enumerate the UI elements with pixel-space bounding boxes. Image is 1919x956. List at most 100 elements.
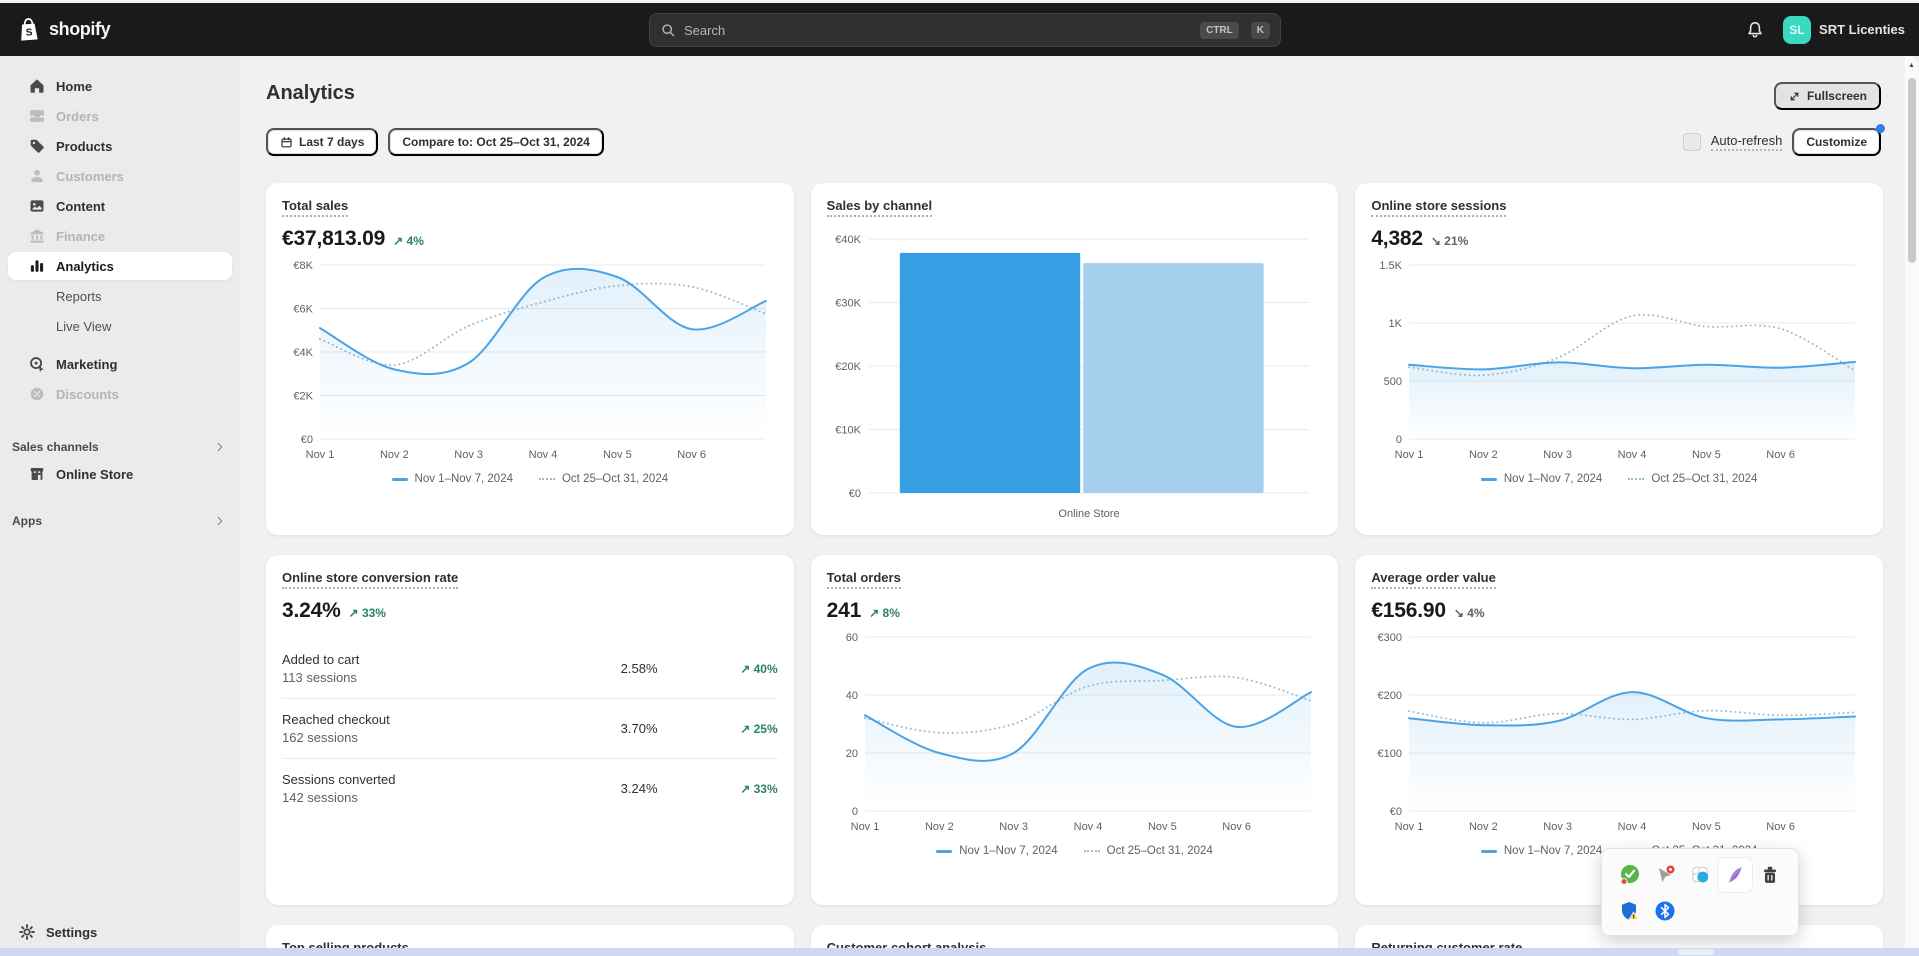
workspace: Home Orders Products	[0, 56, 1919, 956]
card-title[interactable]: Total orders	[827, 570, 901, 589]
fullscreen-button[interactable]: Fullscreen	[1774, 82, 1881, 110]
avatar: SL	[1783, 16, 1811, 44]
sidebar-section-apps[interactable]: Apps	[8, 508, 232, 534]
chart-legend: Nov 1–Nov 7, 2024 Oct 25–Oct 31, 2024	[282, 473, 778, 485]
shopify-logo[interactable]: S shopify	[16, 16, 110, 44]
compare-button[interactable]: Compare to: Oct 25–Oct 31, 2024	[388, 128, 603, 156]
funnel-step-sessions: 113 sessions	[282, 670, 621, 685]
conversion-funnel: Added to cart 113 sessions 2.58% ↗ 40% R…	[282, 639, 778, 818]
security-warning-icon[interactable]	[1617, 898, 1643, 924]
scrollbar-up-arrow[interactable]: ▲	[1908, 62, 1915, 69]
brand-wordmark: shopify	[49, 19, 110, 40]
svg-text:Nov 6: Nov 6	[1222, 821, 1251, 833]
svg-text:40: 40	[845, 690, 857, 702]
discounts-icon	[28, 385, 46, 403]
svg-text:Nov 5: Nov 5	[1692, 821, 1721, 833]
customers-icon	[28, 167, 46, 185]
home-icon	[28, 77, 46, 95]
notifications-bell-icon[interactable]	[1745, 20, 1765, 40]
total-sales-chart: €8K€6K€4K€2K€0Nov 1Nov 2Nov 3Nov 4Nov 5N…	[282, 255, 776, 465]
scrollbar[interactable]: ▲	[1905, 56, 1919, 956]
sidebar-item-finance[interactable]: Finance	[8, 222, 232, 250]
account-menu[interactable]: SL SRT Licenties	[1783, 16, 1905, 44]
svg-text:Nov 3: Nov 3	[1544, 821, 1573, 833]
search-input[interactable]: Search CTRL K	[649, 13, 1281, 47]
sessions-chart: 1.5K1K5000Nov 1Nov 2Nov 3Nov 4Nov 5Nov 6	[1371, 255, 1865, 465]
search-placeholder: Search	[684, 23, 1188, 38]
content-icon	[28, 197, 46, 215]
svg-text:Nov 1: Nov 1	[1395, 821, 1424, 833]
pen-icon[interactable]	[1718, 858, 1752, 892]
sidebar-item-label: Customers	[56, 169, 124, 184]
utility-icon[interactable]	[1757, 862, 1783, 888]
funnel-step-label: Added to cart	[282, 652, 621, 667]
card-title[interactable]: Sales by channel	[827, 198, 933, 217]
card-title[interactable]: Online store conversion rate	[282, 570, 458, 589]
chat-app-icon[interactable]	[1687, 862, 1713, 888]
date-range-button[interactable]: Last 7 days	[266, 128, 378, 156]
sidebar: Home Orders Products	[0, 56, 240, 956]
sidebar-item-products[interactable]: Products	[8, 132, 232, 160]
cursor-alert-icon[interactable]	[1652, 862, 1678, 888]
svg-text:Nov 3: Nov 3	[454, 449, 483, 461]
sidebar-item-reports[interactable]: Reports	[8, 282, 232, 310]
metric-delta: ↘ 4%	[1454, 606, 1485, 620]
current-period-swatch	[1481, 478, 1497, 481]
chevron-right-icon	[214, 515, 226, 527]
sidebar-item-label: Live View	[56, 319, 111, 334]
svg-text:1K: 1K	[1389, 318, 1403, 330]
metric-value: €156.90	[1371, 599, 1446, 623]
marketing-icon	[28, 355, 46, 373]
svg-text:€10K: €10K	[835, 425, 861, 437]
apps-label: Apps	[12, 514, 42, 528]
svg-text:Nov 2: Nov 2	[1469, 449, 1498, 461]
funnel-step-delta: ↗ 25%	[716, 722, 778, 736]
svg-text:Nov 2: Nov 2	[925, 821, 954, 833]
sidebar-item-customers[interactable]: Customers	[8, 162, 232, 190]
sidebar-item-orders[interactable]: Orders	[8, 102, 232, 130]
sidebar-item-label: Reports	[56, 289, 102, 304]
sidebar-section-sales-channels[interactable]: Sales channels	[8, 434, 232, 460]
total-orders-chart: 6040200Nov 1Nov 2Nov 3Nov 4Nov 5Nov 6	[827, 627, 1321, 837]
svg-text:€8K: €8K	[293, 260, 313, 272]
auto-refresh-label[interactable]: Auto-refresh	[1711, 133, 1783, 151]
sidebar-item-marketing[interactable]: Marketing	[8, 350, 232, 378]
funnel-step-label: Reached checkout	[282, 712, 621, 727]
svg-text:Nov 4: Nov 4	[529, 449, 558, 461]
sidebar-item-content[interactable]: Content	[8, 192, 232, 220]
shortcut-ctrl-key: CTRL	[1200, 22, 1239, 39]
sidebar-item-online-store[interactable]: Online Store	[8, 460, 232, 488]
funnel-step-delta: ↗ 40%	[716, 662, 778, 676]
card-title[interactable]: Total sales	[282, 198, 348, 217]
metric-delta: ↗ 4%	[393, 234, 424, 248]
customize-button[interactable]: Customize	[1792, 128, 1881, 156]
funnel-row-added-to-cart: Added to cart 113 sessions 2.58% ↗ 40%	[282, 639, 778, 698]
bluetooth-icon[interactable]	[1652, 898, 1678, 924]
svg-text:Nov 2: Nov 2	[1469, 821, 1498, 833]
antivirus-ok-icon[interactable]	[1617, 862, 1643, 888]
sidebar-item-settings[interactable]: Settings	[8, 918, 232, 946]
auto-refresh-checkbox[interactable]	[1683, 133, 1701, 151]
funnel-step-label: Sessions converted	[282, 772, 621, 787]
main-content: Analytics Fullscreen Last 7 days	[240, 56, 1919, 956]
svg-text:Nov 6: Nov 6	[1767, 821, 1796, 833]
sidebar-item-discounts[interactable]: Discounts	[8, 380, 232, 408]
svg-text:€4K: €4K	[293, 347, 313, 359]
aov-chart: €300€200€100€0Nov 1Nov 2Nov 3Nov 4Nov 5N…	[1371, 627, 1865, 837]
svg-text:€20K: €20K	[835, 361, 861, 373]
svg-text:Nov 5: Nov 5	[1692, 449, 1721, 461]
finance-icon	[28, 227, 46, 245]
svg-text:Nov 1: Nov 1	[1395, 449, 1424, 461]
sidebar-item-label: Discounts	[56, 387, 119, 402]
scrollbar-thumb[interactable]	[1908, 78, 1916, 263]
svg-text:Nov 1: Nov 1	[850, 821, 879, 833]
card-title[interactable]: Online store sessions	[1371, 198, 1506, 217]
svg-text:Nov 5: Nov 5	[603, 449, 632, 461]
sidebar-item-home[interactable]: Home	[8, 72, 232, 100]
card-title[interactable]: Average order value	[1371, 570, 1496, 589]
sidebar-item-live-view[interactable]: Live View	[8, 312, 232, 340]
sidebar-item-analytics[interactable]: Analytics	[8, 252, 232, 280]
svg-text:Nov 4: Nov 4	[1618, 449, 1647, 461]
taskbar-edge[interactable]	[0, 948, 1919, 956]
funnel-step-sessions: 162 sessions	[282, 730, 621, 745]
